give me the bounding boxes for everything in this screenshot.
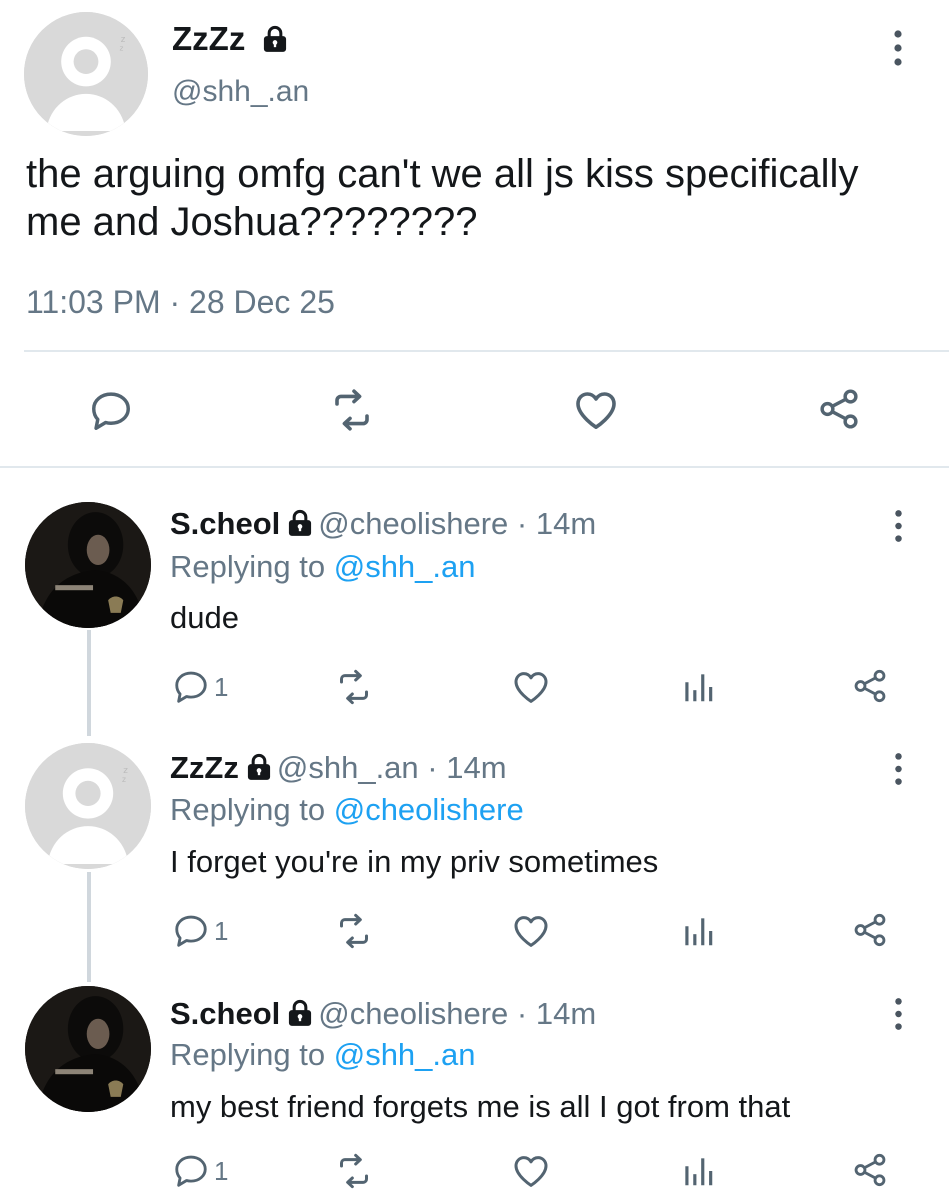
profile-photo-icon bbox=[25, 502, 151, 628]
reply-handle[interactable]: @cheolishere bbox=[318, 506, 508, 541]
reply-time[interactable]: · 14m bbox=[517, 996, 596, 1031]
reply-avatar[interactable] bbox=[25, 986, 151, 1112]
reply-count: 1 bbox=[214, 1155, 229, 1186]
replying-to-prefix: Replying to bbox=[170, 549, 326, 584]
reply-icon bbox=[172, 1152, 210, 1190]
reply-text: my best friend forgets me is all I got f… bbox=[170, 1089, 791, 1124]
thread-line bbox=[87, 872, 91, 982]
main-display-name[interactable]: ZzZz bbox=[172, 20, 245, 57]
lock-icon bbox=[286, 509, 314, 545]
reply-more-icon[interactable] bbox=[893, 996, 904, 1037]
lock-icon bbox=[261, 23, 289, 61]
divider bbox=[24, 350, 949, 352]
reply-button[interactable]: 1 bbox=[172, 1152, 228, 1190]
analytics-icon[interactable] bbox=[679, 668, 717, 706]
reply-header: S.cheol @cheolishere · 14m bbox=[170, 506, 596, 545]
analytics-icon[interactable] bbox=[679, 1152, 717, 1190]
like-icon[interactable] bbox=[511, 911, 551, 951]
like-icon[interactable] bbox=[572, 386, 620, 434]
reply-button[interactable]: 1 bbox=[172, 668, 228, 706]
retweet-icon[interactable] bbox=[328, 386, 376, 434]
replying-to-prefix: Replying to bbox=[170, 1037, 326, 1072]
share-icon[interactable] bbox=[851, 911, 889, 949]
reply-icon[interactable] bbox=[88, 388, 134, 434]
reply-display-name[interactable]: S.cheol bbox=[170, 506, 280, 541]
default-avatar-icon bbox=[24, 12, 148, 136]
retweet-icon[interactable] bbox=[334, 667, 374, 707]
share-icon[interactable] bbox=[851, 1151, 889, 1189]
reply-header: S.cheol @cheolishere · 14m bbox=[170, 996, 596, 1035]
reply-icon bbox=[172, 668, 210, 706]
main-tweet-text-line2: me and Joshua???????? bbox=[26, 200, 478, 244]
replying-to-handle[interactable]: @cheolishere bbox=[334, 792, 524, 827]
default-avatar-icon bbox=[25, 743, 151, 869]
reply-avatar[interactable] bbox=[25, 743, 151, 869]
reply-handle[interactable]: @cheolishere bbox=[318, 996, 508, 1031]
reply-more-icon[interactable] bbox=[893, 751, 904, 792]
main-avatar[interactable] bbox=[24, 12, 148, 136]
reply-time[interactable]: · 14m bbox=[427, 750, 506, 785]
main-more-icon[interactable] bbox=[892, 28, 904, 73]
reply-text: dude bbox=[170, 600, 239, 635]
share-icon[interactable] bbox=[816, 386, 862, 432]
retweet-icon[interactable] bbox=[334, 1151, 374, 1191]
reply-avatar[interactable] bbox=[25, 502, 151, 628]
profile-photo-icon bbox=[25, 986, 151, 1112]
main-author-name-row: ZzZz bbox=[172, 20, 293, 61]
replying-to-handle[interactable]: @shh_.an bbox=[334, 1037, 476, 1072]
reply-count: 1 bbox=[214, 915, 229, 946]
reply-button[interactable]: 1 bbox=[172, 912, 228, 950]
retweet-icon[interactable] bbox=[334, 911, 374, 951]
reply-text: I forget you're in my priv sometimes bbox=[170, 844, 659, 879]
reply-display-name[interactable]: S.cheol bbox=[170, 996, 280, 1031]
reply-icon bbox=[172, 912, 210, 950]
main-handle[interactable]: @shh_.an bbox=[172, 75, 309, 109]
replying-to-prefix: Replying to bbox=[170, 792, 326, 827]
main-timestamp[interactable]: 11:03 PM · 28 Dec 25 bbox=[26, 284, 335, 321]
replying-to: Replying to @cheolishere bbox=[170, 792, 524, 828]
main-tweet-text-line1: the arguing omfg can't we all js kiss sp… bbox=[26, 152, 859, 196]
reply-time[interactable]: · 14m bbox=[517, 506, 596, 541]
lock-icon bbox=[286, 999, 314, 1035]
like-icon[interactable] bbox=[511, 667, 551, 707]
reply-more-icon[interactable] bbox=[893, 508, 904, 549]
replying-to-handle[interactable]: @shh_.an bbox=[334, 549, 476, 584]
main-tweet-text: the arguing omfg can't we all js kiss sp… bbox=[26, 150, 858, 246]
thread-line bbox=[87, 630, 91, 736]
divider bbox=[0, 466, 949, 468]
replying-to: Replying to @shh_.an bbox=[170, 1037, 476, 1073]
reply-header: ZzZz @shh_.an · 14m bbox=[170, 750, 507, 789]
lock-icon bbox=[245, 753, 273, 789]
share-icon[interactable] bbox=[851, 667, 889, 705]
like-icon[interactable] bbox=[511, 1151, 551, 1191]
reply-handle[interactable]: @shh_.an bbox=[277, 750, 419, 785]
replying-to: Replying to @shh_.an bbox=[170, 549, 476, 585]
reply-display-name[interactable]: ZzZz bbox=[170, 750, 239, 785]
analytics-icon[interactable] bbox=[679, 912, 717, 950]
reply-count: 1 bbox=[214, 671, 229, 702]
